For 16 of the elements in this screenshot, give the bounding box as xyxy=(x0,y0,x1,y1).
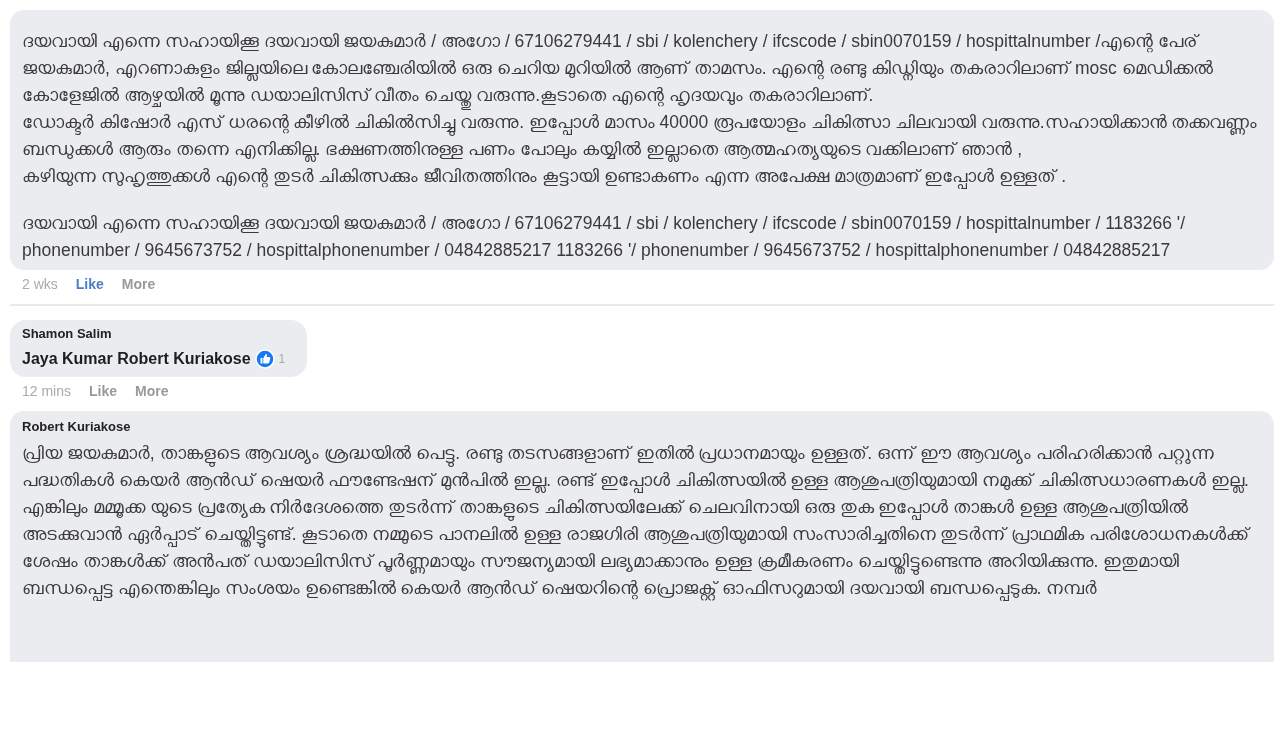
like-link[interactable]: Like xyxy=(89,383,118,399)
comment-text: കഴിയുന്ന സുഹൃത്തുക്കൾ എന്റെ തുടർ ചികിത്സക്കും ജീവിതത്തിനും കൂട്ടായി ഉണ്ടാകണം എന്ന അപേക്ഷ മാത്രമാണ് ഇപ്പോൾ ഉള്ളത് . xyxy=(22,163,1262,190)
timestamp: 12 mins xyxy=(22,383,72,399)
author-name: Robert Kuriakose xyxy=(22,419,132,434)
comment-text: പ്രിയ ജയകുമാർ, താങ്കളുടെ ആവശ്യം ശ്രദ്ധയിൽ പെട്ടു. രണ്ടു തടസങ്ങളാണ് ഇതിൽ പ്രധാനമായും ഉള്ളത്. ഒന്ന് ഈ ആവശ്യം പരിഹരിക്കാൻ പറ്റുന്ന പദ്ധതികൾ കെയർ ആൻഡ് ഷെയർ ഫൗണ്ടേഷന് മുൻപിൽ ഇല്ല. രണ്ട് ഇപ്പോൾ ചികിത്സയിൽ ഉള്ള ആശുപത്രിയുമായി നമുക്ക് ചികിത്സധാരണകൾ ഇല്ല. എങ്കിലും മമ്മൂക്ക യുടെ പ്രത്യേക നിർദേശത്തെ തുടർന്ന് താങ്കളുടെ ചികിത്സയിലേക്ക് ചെലവിനായി ഒരു തുക ഇപ്പോൾ താങ്കൾ ഉള്ള ആശുപത്രിയിൽ അടക്കുവാൻ ഏർപ്പാട് ചെയ്തിട്ടുണ്ട്. കൂടാതെ നമ്മുടെ പാനലിൽ ഉള്ള രാജഗിരി ആശുപത്രിയുമായി സംസാരിച്ചതിനെ തുടർന്ന് പ്രാഥമിക പരിശോധനകൾക്ക് ശേഷം താങ്കൾക്ക് അൻപത് ഡയാലിസിസ് പൂർണ്ണമായും സൗജന്യമായി ലഭ്യമാക്കാനും ഉള്ള ക്രമീകരണം ചെയ്തിട്ടുണ്ടെന്നു അറിയിക്കുന്നു. ഇതുമായി ബന്ധപ്പെട്ട എന്തെങ്കിലും സംശയം ഉണ്ടെങ്കിൽ കെയർ ആൻഡ് ഷെയറിന്റെ പ്രൊജക്റ്റ് ഓഫിസറുമായി ദയവായി ബന്ധപ്പെടുക. നമ്പർ xyxy=(22,440,1262,602)
reaction-count: 1 xyxy=(278,352,286,366)
like-link[interactable]: Like xyxy=(75,276,104,292)
like-icon xyxy=(254,349,275,369)
comment-text: ദയവായി എന്നെ സഹായിക്കൂ ദയവായി ജയകുമാർ / അഗോ / 67106279441 / sbi / kolenchery / ifcscode / sbin0070159 / hospittalnumber / 1183266 '/ phonenumber / 9645673752 / hospittalphonenumber / 04842885217 1183266 '/ phonenumber / 9645673752 / hospittalphonenumber / 04842885217 xyxy=(22,212,1187,262)
mention-link[interactable]: Jaya Kumar Robert Kuriakose xyxy=(22,350,251,368)
more-link[interactable]: More xyxy=(135,383,169,399)
author-name: Shamon Salim xyxy=(22,326,113,341)
comment-text: ഡോക്ടർ കിഷോർ എസ് ധരന്റെ കീഴിൽ ചികിൽസിച്ചു വരുന്നു. ഇപ്പോൾ മാസം 40000 രൂപയോളം ചികിത്സാ ചിലവായി വരുന്നു.സഹായിക്കാൻ തക്കവണ്ണം ബന്ധുക്കൾ ആരും തന്നെ എനിക്കില്ല. ഭക്ഷണത്തിനുള്ള പണം പോലും കയ്യിൽ ഇല്ലാതെ ആത്മഹത്യയുടെ വക്കിലാണ് ഞാൻ , xyxy=(22,109,1262,163)
timestamp: 2 wks xyxy=(22,276,58,292)
more-link[interactable]: More xyxy=(121,276,156,292)
comment-text: ദയവായി എന്നെ സഹായിക്കൂ ദയവായി ജയകുമാർ / അഗോ / 67106279441 / sbi / kolenchery / ifcscode / sbin0070159 / hospittalnumber /എന്റെ പേര് ജയകുമാർ, എറണാകുളം ജില്ലയിലെ കോലഞ്ചേരിയിൽ ഒരു ചെറിയ മുറിയിൽ ആണ് താമസം. എന്റെ രണ്ടു കിഡ്നിയും തകരാറിലാണ് mosc മെഡിക്കൽ കോളേജിൽ ആഴ്ചയിൽ മൂന്നു ഡയാലിസിസ് വീതം ചെയ്തു വരുന്നു.കൂടാതെ എന്റെ ഹൃദയവും തകരാറിലാണ്. xyxy=(22,28,1262,109)
